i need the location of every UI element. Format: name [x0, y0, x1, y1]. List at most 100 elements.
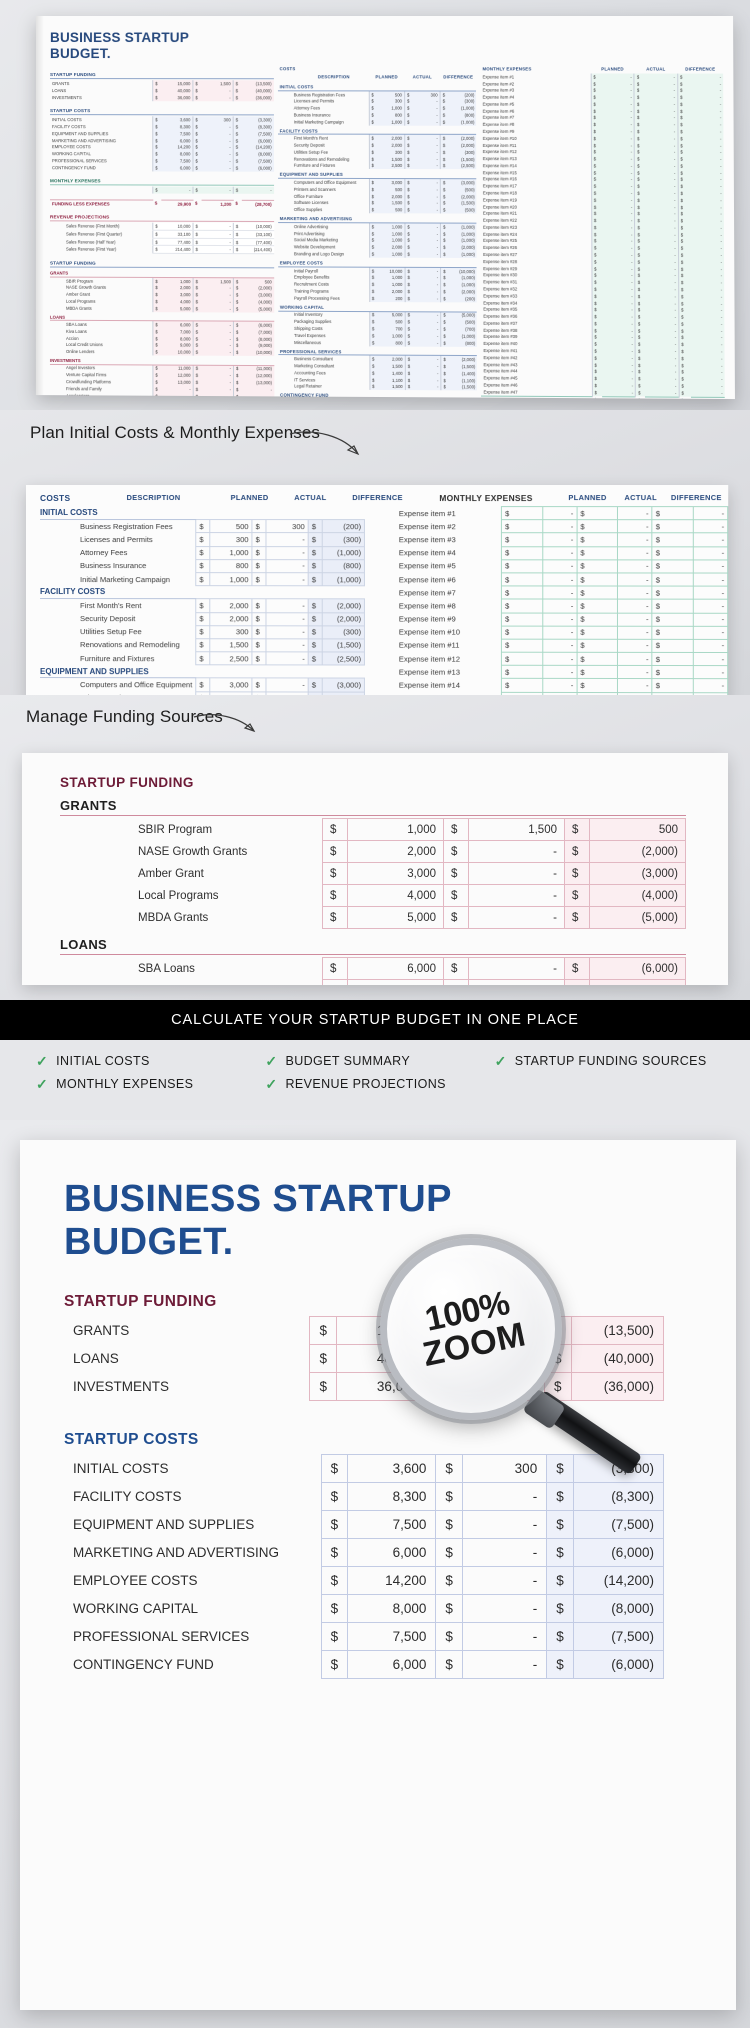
difference-value: (2,000): [322, 599, 365, 613]
currency-symbol: $: [590, 87, 601, 94]
currency-symbol: $: [634, 196, 645, 204]
currency-symbol: $: [563, 906, 591, 929]
currency-symbol: $: [192, 157, 202, 165]
actual-value: -: [266, 546, 309, 560]
planned-value: 40,000: [161, 87, 193, 95]
currency-symbol: $: [195, 625, 210, 639]
currency-symbol: $: [634, 231, 645, 238]
cost-label: Utilities Setup Fee: [80, 627, 142, 637]
checklist-label: BUDGET SUMMARY: [285, 1054, 411, 1068]
difference-value: (8,300): [572, 1482, 665, 1512]
currency-symbol: $: [442, 957, 470, 980]
currency-symbol: $: [192, 116, 202, 124]
planned-value: 1,000: [209, 546, 253, 560]
planned-value: 300: [376, 97, 405, 105]
currency-symbol: $: [404, 267, 413, 275]
currency-symbol: $: [591, 265, 602, 273]
currency-symbol: $: [591, 368, 602, 376]
currency-symbol: $: [440, 142, 449, 149]
currency-symbol: $: [442, 818, 470, 841]
currency-symbol: $: [652, 625, 693, 640]
actual-value: -: [643, 73, 678, 81]
planned-value: 7,500: [347, 1510, 437, 1540]
m-planned-value: -: [542, 639, 577, 653]
currency-symbol: $: [677, 162, 690, 170]
actual-value: -: [644, 87, 678, 94]
currency-symbol: $: [652, 546, 693, 560]
currency-symbol: $: [576, 612, 618, 626]
m-planned-value: -: [542, 506, 577, 520]
currency-symbol: $: [369, 318, 378, 326]
planned-value: 4,000: [347, 884, 444, 907]
currency-symbol: $: [678, 293, 691, 300]
currency-symbol: $: [501, 639, 543, 653]
actual-value: -: [644, 107, 678, 115]
planned-value: 1,000: [376, 104, 405, 112]
difference-value: (40,000): [570, 1344, 665, 1374]
currency-symbol: $: [440, 148, 449, 156]
difference-value: (14,200): [572, 1566, 665, 1596]
currency-symbol: $: [634, 203, 645, 211]
magnifier-label: 100% ZOOM: [363, 1221, 579, 1437]
actual-value: -: [201, 222, 234, 231]
currency-symbol: $: [634, 183, 645, 190]
currency-symbol: $: [501, 533, 543, 547]
currency-symbol: $: [233, 392, 243, 400]
currency-symbol: $: [591, 299, 602, 307]
currency-symbol: $: [634, 141, 645, 149]
currency-symbol: $: [591, 196, 602, 204]
currency-symbol: $: [590, 107, 601, 115]
currency-symbol: $: [576, 665, 618, 679]
currency-symbol: $: [652, 506, 693, 520]
actual-value: -: [201, 230, 234, 239]
m-planned-value: -: [542, 665, 577, 679]
table-row: CONTINGENCY FUND $6,000 $ - $ (6,000): [64, 1650, 665, 1680]
planned-value: 6,000: [161, 164, 193, 172]
currency-symbol: $: [440, 178, 449, 187]
checklist-item: ✓ INITIAL COSTS: [36, 1054, 255, 1069]
table-row: NASE Growth Grants $2,000 $ - $ (2,000): [60, 840, 686, 863]
currency-symbol: $: [152, 277, 162, 285]
mini-loans-table: SBA Loans $6,000 $ - $ (6,000) Kiva Loans $7,00…: [50, 321, 274, 357]
currency-symbol: $: [154, 201, 158, 207]
table-row: Furniture and Fixtures $2,500 $ - $ (2,500) Ex…: [40, 651, 728, 666]
table-row: FACILITY COSTS Expense item #7 $ - $ - $ -: [40, 585, 728, 600]
currency-symbol: $: [591, 354, 602, 362]
actual-value: -: [413, 355, 441, 364]
currency-symbol: $: [233, 284, 243, 292]
currency-symbol: $: [678, 244, 691, 252]
planned-value: 1,000: [347, 818, 444, 841]
currency-symbol: $: [678, 306, 691, 314]
currency-symbol: $: [369, 274, 378, 282]
planned-value: 5,000: [347, 906, 444, 929]
currency-symbol: $: [435, 1454, 463, 1484]
table-row: SBIR Program $1,000 $1,500 $500: [60, 818, 686, 841]
currency-symbol: $: [369, 250, 378, 258]
table-row: Licenses and Permits $300 $ - $ (300) Expense …: [40, 532, 728, 547]
difference-value: (10,000): [449, 267, 478, 275]
currency-symbol: $: [404, 281, 413, 289]
check-icon: ✓: [36, 1053, 49, 1069]
currency-symbol: $: [678, 354, 691, 362]
currency-symbol: $: [440, 97, 449, 105]
m-planned-value: -: [542, 652, 577, 666]
m-planned-value: -: [542, 612, 577, 626]
currency-symbol: $: [192, 164, 202, 172]
currency-symbol: $: [678, 272, 691, 280]
actual-value: -: [461, 1566, 548, 1596]
currency-symbol: $: [440, 339, 450, 347]
check-icon: ✓: [36, 1075, 49, 1092]
currency-symbol: $: [678, 286, 691, 294]
detail-table-headers: COSTS DESCRIPTION PLANNED ACTUAL DIFFERE…: [40, 493, 728, 506]
actual-value: 300: [461, 1454, 548, 1484]
currency-symbol: $: [435, 1482, 463, 1512]
currency-symbol: $: [440, 281, 450, 289]
currency-symbol: $: [404, 186, 413, 193]
table-row: EQUIPMENT AND SUPPLIES $7,500 $ - $ (7,500): [64, 1510, 665, 1540]
feature-checklist: ✓ INITIAL COSTS ✓ BUDGET SUMMARY ✓ STARTUP FU…: [0, 1040, 750, 1120]
currency-symbol: $: [193, 392, 203, 400]
planned-value: 3,600: [347, 1454, 437, 1484]
actual-value: -: [468, 862, 565, 885]
currency-symbol: $: [591, 251, 602, 259]
currency-symbol: $: [678, 251, 691, 259]
